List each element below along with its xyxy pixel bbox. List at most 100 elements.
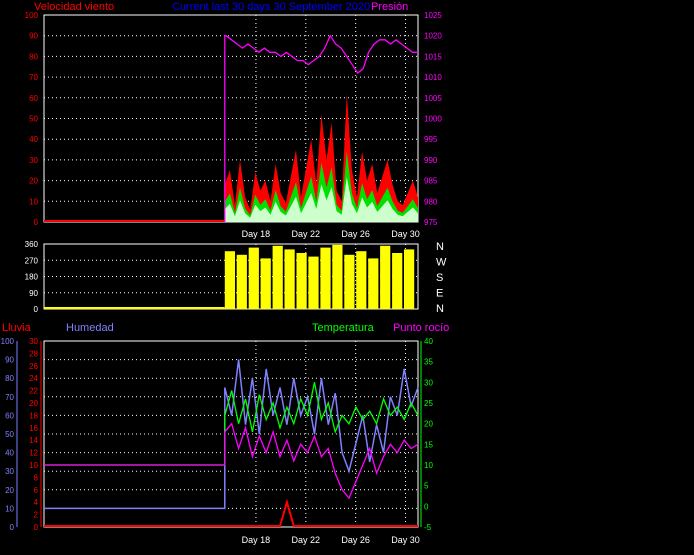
weather-chart: Velocidad viento Current last 30 days 30… (0, 0, 694, 555)
rain-y-tick: 10 (29, 461, 38, 470)
rain-y-tick: 30 (29, 337, 38, 346)
wind-y-tick: 10 (29, 197, 38, 206)
dewpoint-axis-title: Punto rocío (393, 322, 449, 334)
humidity-axis-title: Humedad (66, 322, 114, 334)
temp-y-tick: 15 (424, 440, 433, 449)
direction-bar (404, 249, 415, 309)
rain-y-tick: 4 (34, 498, 39, 507)
direction-bar (248, 247, 259, 309)
dir-y-tick: 270 (25, 256, 39, 265)
pressure-y-tick: 990 (424, 156, 438, 165)
pressure-y-tick: 1025 (424, 11, 442, 20)
rain-y-tick: 14 (29, 436, 38, 445)
compass-letter: W (436, 257, 447, 269)
rain-y-tick: 20 (29, 399, 38, 408)
wind-y-tick: 100 (25, 11, 39, 20)
humidity-y-tick: 30 (5, 467, 14, 476)
x-tick-label: Day 18 (242, 229, 271, 239)
direction-bar (272, 245, 283, 309)
pressure-y-tick: 985 (424, 177, 438, 186)
rain-y-tick: 6 (34, 486, 39, 495)
direction-bar (344, 254, 355, 309)
wind-y-tick: 50 (29, 115, 38, 124)
direction-bar (260, 258, 271, 309)
direction-bar (392, 253, 403, 309)
temp-y-tick: 25 (424, 399, 433, 408)
chart-title: Current last 30 days 30 September 2020 (172, 1, 370, 13)
compass-letter: N (436, 303, 444, 315)
direction-bar (308, 256, 319, 309)
rain-y-tick: 24 (29, 374, 38, 383)
pressure-y-tick: 1020 (424, 32, 442, 41)
temp-y-tick: 20 (424, 420, 433, 429)
humidity-y-tick: 70 (5, 393, 14, 402)
humidity-y-tick: 100 (1, 337, 15, 346)
rain-y-tick: 0 (34, 523, 39, 532)
temp-y-tick: 30 (424, 378, 433, 387)
direction-bar (236, 254, 247, 309)
rain-axis-title: Lluvia (2, 322, 32, 334)
direction-bar (380, 245, 391, 309)
humidity-y-tick: 40 (5, 449, 14, 458)
compass-letter: N (436, 241, 444, 253)
x-tick-label: Day 26 (341, 535, 370, 545)
humidity-y-tick: 60 (5, 411, 14, 420)
x-tick-label: Day 18 (242, 535, 271, 545)
pressure-y-tick: 995 (424, 135, 438, 144)
pressure-y-tick: 975 (424, 218, 438, 227)
temp-y-tick: 5 (424, 482, 429, 491)
x-tick-label: Day 30 (391, 229, 420, 239)
temp-y-tick: 35 (424, 358, 433, 367)
direction-bar (368, 258, 379, 309)
pressure-y-tick: 1015 (424, 52, 442, 61)
wind-axis-title: Velocidad viento (34, 1, 114, 13)
dir-y-tick: 90 (29, 289, 38, 298)
temp-y-tick: -5 (424, 523, 432, 532)
direction-bar (332, 244, 343, 309)
humidity-y-tick: 10 (5, 504, 14, 513)
dir-y-tick: 180 (25, 273, 39, 282)
pressure-y-tick: 980 (424, 197, 438, 206)
temp-y-tick: 10 (424, 461, 433, 470)
x-tick-label: Day 22 (292, 535, 321, 545)
pressure-y-tick: 1000 (424, 115, 442, 124)
x-tick-label: Day 22 (292, 229, 321, 239)
wind-y-tick: 30 (29, 156, 38, 165)
rain-y-tick: 2 (34, 511, 39, 520)
direction-bar (356, 251, 367, 309)
x-tick-label: Day 26 (341, 229, 370, 239)
rain-y-tick: 26 (29, 362, 38, 371)
direction-bar (320, 247, 331, 309)
pressure-axis-title: Presión (371, 1, 408, 13)
wind-y-tick: 90 (29, 32, 38, 41)
rain-y-tick: 22 (29, 387, 38, 396)
direction-bar (224, 251, 235, 309)
x-tick-label: Day 30 (391, 535, 420, 545)
rain-y-tick: 8 (34, 473, 39, 482)
rain-y-tick: 18 (29, 411, 38, 420)
wind-y-tick: 0 (34, 218, 39, 227)
pressure-y-tick: 1005 (424, 94, 442, 103)
temp-y-tick: 0 (424, 502, 429, 511)
humidity-y-tick: 0 (10, 523, 15, 532)
dir-y-tick: 0 (34, 305, 39, 314)
wind-y-tick: 40 (29, 135, 38, 144)
wind-y-tick: 70 (29, 73, 38, 82)
rain-y-tick: 16 (29, 424, 38, 433)
humidity-y-tick: 50 (5, 430, 14, 439)
pressure-y-tick: 1010 (424, 73, 442, 82)
direction-bar (296, 253, 307, 309)
dir-y-tick: 360 (25, 240, 39, 249)
temp-y-tick: 40 (424, 337, 433, 346)
compass-letter: S (436, 272, 443, 284)
wind-y-tick: 60 (29, 94, 38, 103)
humidity-y-tick: 20 (5, 486, 14, 495)
rain-y-tick: 12 (29, 449, 38, 458)
wind-y-tick: 20 (29, 177, 38, 186)
humidity-y-tick: 90 (5, 356, 14, 365)
temperature-axis-title: Temperatura (312, 322, 375, 334)
compass-letter: E (436, 288, 443, 300)
humidity-y-tick: 80 (5, 374, 14, 383)
wind-y-tick: 80 (29, 52, 38, 61)
direction-bar (284, 249, 295, 309)
